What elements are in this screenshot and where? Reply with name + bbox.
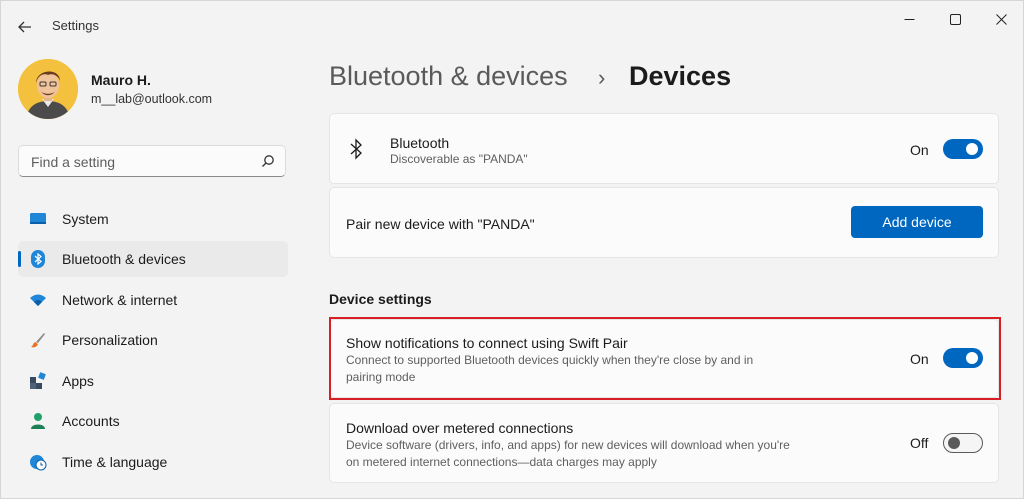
chevron-right-icon: ›	[598, 65, 606, 90]
paintbrush-icon	[31, 333, 45, 348]
sidebar-item-network-internet[interactable]: Network & internet	[18, 282, 288, 318]
sidebar-item-time-language[interactable]: Time & language	[18, 444, 288, 480]
sidebar-item-personalization[interactable]: Personalization	[18, 322, 288, 358]
search-input[interactable]	[29, 152, 253, 172]
metered-title: Download over metered connections	[346, 420, 574, 436]
user-name: Mauro H.	[91, 72, 151, 88]
sidebar-item-label: Accounts	[62, 413, 120, 429]
sidebar-item-label: Personalization	[62, 332, 158, 348]
apps-icon	[30, 372, 46, 389]
bluetooth-card: Bluetooth Discoverable as "PANDA" On	[329, 113, 999, 184]
sidebar-item-label: System	[62, 211, 109, 227]
search-box[interactable]	[18, 145, 286, 177]
metered-state-label: Off	[910, 435, 929, 451]
bluetooth-state-label: On	[910, 142, 929, 158]
search-icon[interactable]	[261, 154, 275, 168]
sidebar-item-bluetooth-devices[interactable]: Bluetooth & devices	[18, 241, 288, 277]
maximize-icon[interactable]	[932, 5, 978, 33]
page-title: Devices	[629, 61, 732, 91]
swift-pair-subtitle-1: Connect to supported Bluetooth devices q…	[346, 353, 754, 367]
bluetooth-toggle[interactable]	[943, 139, 983, 159]
sidebar-item-label: Time & language	[62, 454, 168, 470]
bluetooth-title: Bluetooth	[390, 135, 450, 151]
metered-subtitle-2: on metered internet connections—data cha…	[346, 455, 657, 469]
avatar[interactable]	[18, 59, 78, 119]
swift-pair-subtitle-2: pairing mode	[346, 370, 416, 384]
metered-download-card: Download over metered connections Device…	[329, 403, 999, 483]
wifi-icon	[30, 294, 46, 306]
sidebar-item-label: Bluetooth & devices	[62, 251, 186, 267]
close-icon[interactable]	[978, 5, 1024, 33]
toggle-knob	[948, 437, 960, 449]
app-title: Settings	[52, 18, 99, 33]
title-bar: Settings	[1, 1, 1023, 41]
metered-subtitle-1: Device software (drivers, info, and apps…	[346, 438, 790, 452]
globe-clock-icon	[30, 455, 47, 471]
user-email: m__lab@outlook.com	[91, 92, 213, 106]
bluetooth-icon	[350, 138, 362, 160]
metered-toggle[interactable]	[943, 433, 983, 453]
sidebar-item-apps[interactable]: Apps	[18, 363, 288, 399]
sidebar-item-label: Network & internet	[62, 292, 178, 308]
pair-device-title: Pair new device with "PANDA"	[346, 216, 535, 232]
swift-pair-toggle[interactable]	[943, 348, 983, 368]
swift-pair-state-label: On	[910, 351, 929, 367]
minimize-icon[interactable]	[886, 5, 932, 33]
swift-pair-card: Show notifications to connect using Swif…	[329, 319, 999, 398]
swift-pair-title: Show notifications to connect using Swif…	[346, 335, 628, 351]
monitor-icon	[30, 213, 46, 224]
toggle-knob	[966, 143, 978, 155]
sidebar-item-system[interactable]: System	[18, 201, 288, 237]
sidebar-item-label: Apps	[62, 373, 94, 389]
section-title: Device settings	[329, 291, 432, 307]
selection-indicator	[18, 251, 21, 267]
settings-window: Settings Mauro H. m__lab@outlook.com Fin…	[0, 0, 1024, 499]
breadcrumb-parent[interactable]: Bluetooth & devices	[329, 61, 568, 92]
sidebar-item-accounts[interactable]: Accounts	[18, 403, 288, 439]
add-device-button[interactable]: Add device	[851, 206, 983, 238]
toggle-knob	[966, 352, 978, 364]
back-arrow-icon[interactable]	[11, 13, 39, 41]
bluetooth-subtitle: Discoverable as "PANDA"	[390, 152, 528, 166]
person-icon	[31, 413, 45, 429]
bluetooth-icon	[31, 250, 45, 268]
